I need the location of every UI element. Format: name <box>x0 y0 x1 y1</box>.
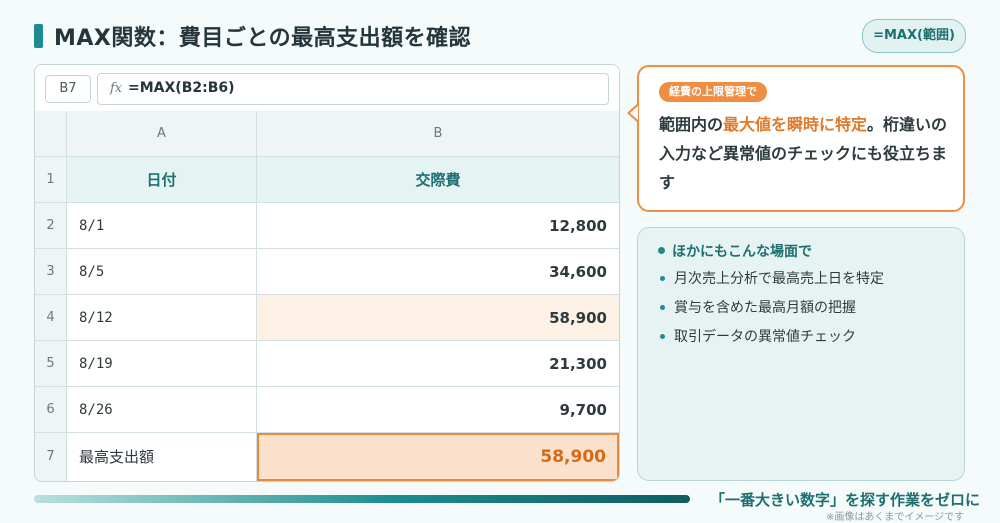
page-title: MAX関数：費目ごとの最高支出額を確認 <box>54 26 472 51</box>
progress-gradient-bar <box>34 495 690 503</box>
amount-cell[interactable]: 21,300 <box>257 341 619 387</box>
row-header-7[interactable]: 7 <box>35 433 67 481</box>
column-header-a[interactable]: A <box>67 111 257 157</box>
callout-text: 範囲内の最大値を瞬時に特定。桁違いの入力など異常値のチェックにも役立ちます <box>659 110 951 197</box>
corner-cell[interactable] <box>35 111 67 157</box>
callout-text-emphasis: 最大値を瞬時に特定 <box>723 115 868 134</box>
callout-pointer-inner <box>630 106 638 120</box>
result-cell[interactable]: 58,900 <box>257 433 619 481</box>
spreadsheet: B7 fx =MAX(B2:B6) A B 1 日付 交際費 2 8/1 12,… <box>34 64 620 482</box>
formula-bar: B7 fx =MAX(B2:B6) <box>35 65 619 112</box>
bullet-icon <box>658 247 665 254</box>
column-header-b[interactable]: B <box>257 111 619 157</box>
date-cell[interactable]: 8/19 <box>67 341 257 387</box>
fx-icon: fx <box>110 81 123 96</box>
amount-cell-max[interactable]: 58,900 <box>257 295 619 341</box>
name-box[interactable]: B7 <box>45 75 91 103</box>
bullet-icon <box>660 334 665 339</box>
date-cell[interactable]: 8/5 <box>67 249 257 295</box>
title-accent-bar <box>34 24 43 48</box>
callout-tag: 経費の上限管理で <box>659 82 767 102</box>
formula-input[interactable]: fx =MAX(B2:B6) <box>97 73 609 105</box>
row-header-2[interactable]: 2 <box>35 203 67 249</box>
row-header-4[interactable]: 4 <box>35 295 67 341</box>
header-cell-date[interactable]: 日付 <box>67 157 257 203</box>
row-header-1[interactable]: 1 <box>35 157 67 203</box>
row-header-5[interactable]: 5 <box>35 341 67 387</box>
formula-text: =MAX(B2:B6) <box>128 80 235 96</box>
date-cell[interactable]: 8/1 <box>67 203 257 249</box>
footer-tagline: 「一番大きい数字」を探す作業をゼロに <box>710 491 981 509</box>
result-label-cell[interactable]: 最高支出額 <box>67 433 257 481</box>
row-header-3[interactable]: 3 <box>35 249 67 295</box>
use-cases-panel: ほかにもこんな場面で 月次売上分析で最高売上日を特定 賞与を含めた最高月額の把握… <box>637 227 965 481</box>
date-cell[interactable]: 8/26 <box>67 387 257 433</box>
row-header-6[interactable]: 6 <box>35 387 67 433</box>
header-cell-expense[interactable]: 交際費 <box>257 157 619 203</box>
amount-cell[interactable]: 12,800 <box>257 203 619 249</box>
bullet-icon <box>660 305 665 310</box>
amount-cell[interactable]: 34,600 <box>257 249 619 295</box>
use-case-item: 取引データの異常値チェック <box>674 329 856 345</box>
use-case-item: 賞与を含めた最高月額の把握 <box>674 300 856 316</box>
date-cell[interactable]: 8/12 <box>67 295 257 341</box>
use-case-item: 月次売上分析で最高売上日を特定 <box>674 271 884 287</box>
callout-text-prefix: 範囲内の <box>659 115 724 134</box>
callout-box: 経費の上限管理で 範囲内の最大値を瞬時に特定。桁違いの入力など異常値のチェックに… <box>637 65 965 212</box>
formula-syntax-badge: =MAX(範囲) <box>862 19 966 53</box>
use-cases-title: ほかにもこんな場面で <box>672 244 812 260</box>
bullet-icon <box>660 276 665 281</box>
amount-cell[interactable]: 9,700 <box>257 387 619 433</box>
footer-disclaimer: ※画像はあくまでイメージです <box>826 512 965 523</box>
